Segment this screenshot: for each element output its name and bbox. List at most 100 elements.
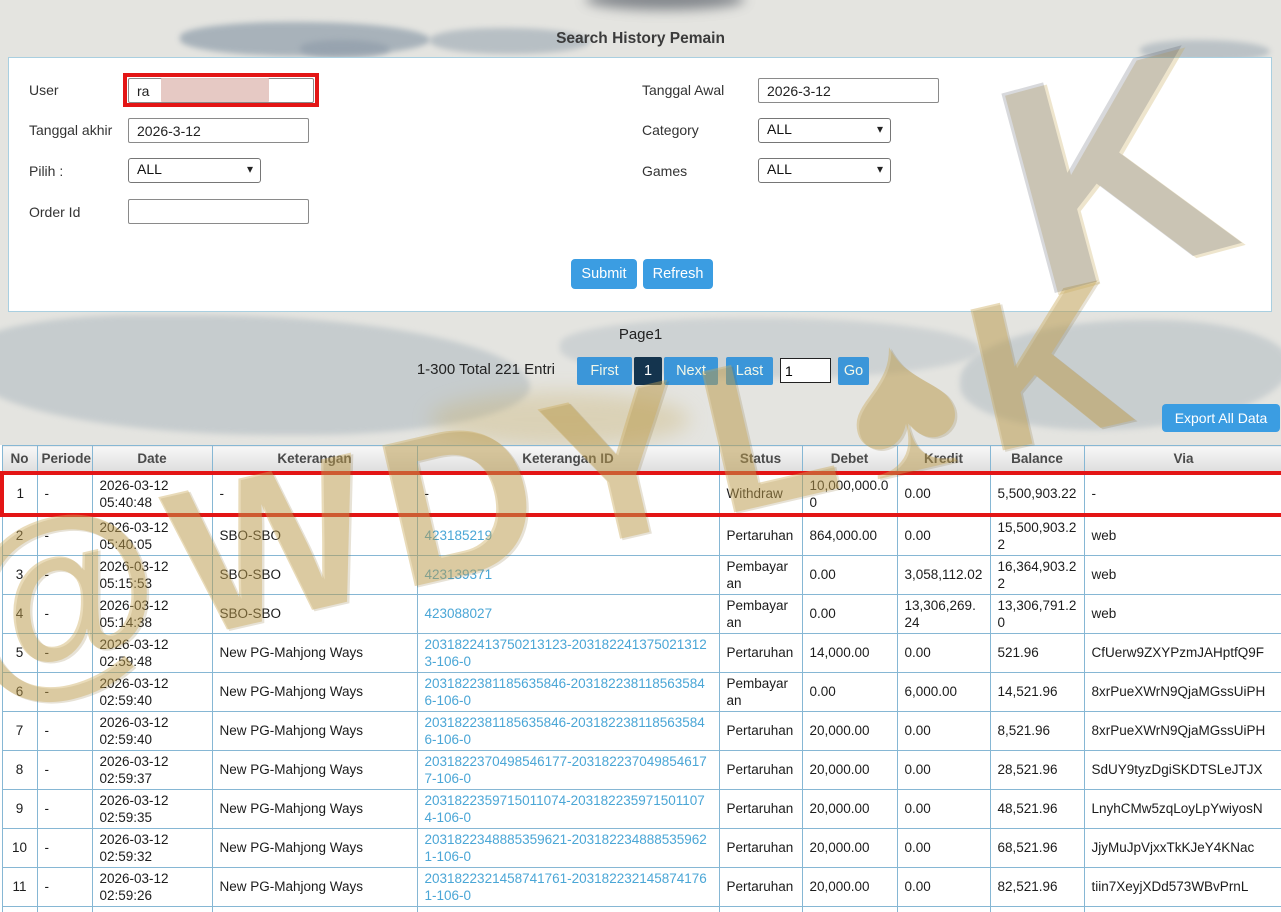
cell-debet: 20,000.00 bbox=[801, 749, 898, 790]
table-row: 4-2026-03-12 05:14:38 SBO-SBO 423088027 Pemb… bbox=[1, 593, 1281, 634]
column-header: Periode bbox=[36, 445, 93, 473]
cell-no: 5 bbox=[1, 632, 38, 673]
cell-keterangan: SBO-SBO bbox=[211, 593, 418, 634]
keterangan-id-link[interactable]: 2031822381185635846-2031822381185635846-… bbox=[425, 715, 705, 747]
tanggal-akhir-label: Tanggal akhir bbox=[29, 122, 113, 138]
cell-periode: - bbox=[36, 749, 93, 790]
cell-balance: 15,500,903.22 bbox=[989, 514, 1085, 556]
cell-balance: 28,521.96 bbox=[989, 749, 1085, 790]
cell-keterangan: New PG-Mahjong Ways bbox=[211, 866, 418, 907]
cell-debet: 20,000.00 bbox=[801, 866, 898, 907]
cell-kredit: 0.00 bbox=[896, 470, 991, 517]
keterangan-id-link[interactable]: 423185219 bbox=[425, 528, 493, 543]
cell-via: 8xrPueXWrN9QjaMGssUiPH bbox=[1083, 710, 1281, 751]
user-input[interactable] bbox=[128, 78, 314, 103]
pilih-label: Pilih : bbox=[29, 163, 64, 179]
cell-kredit: 13,306,269.24 bbox=[896, 593, 991, 634]
cell-via: tiin7XeyjXDd573WBvPrnL bbox=[1083, 866, 1281, 907]
cell-periode: - bbox=[36, 470, 93, 517]
keterangan-id-link[interactable]: 2031822413750213123-2031822413750213123-… bbox=[425, 637, 707, 669]
cell-keterangan: New PG-Mahjong Ways bbox=[211, 788, 418, 829]
tanggal-awal-input[interactable] bbox=[758, 78, 939, 103]
column-header: Keterangan ID bbox=[416, 445, 720, 473]
cell-status: Pertaruhan bbox=[718, 710, 803, 751]
table-row: 9-2026-03-12 02:59:35 New PG-Mahjong Ways 2… bbox=[1, 788, 1281, 829]
keterangan-id-link[interactable]: 2031822381185635846-2031822381185635846-… bbox=[425, 676, 705, 708]
cell-periode: - bbox=[36, 632, 93, 673]
tanggal-akhir-input[interactable] bbox=[128, 118, 309, 143]
cell-status: Pertaruhan bbox=[718, 749, 803, 790]
chevron-down-icon: ▾ bbox=[246, 162, 253, 176]
cell-debet: 20,000.00 bbox=[801, 710, 898, 751]
cell-kredit: 0.00 bbox=[896, 514, 991, 556]
history-table: No Periode Date Keterangan Keterangan ID Stat… bbox=[0, 445, 1281, 912]
cell-kredit: 3,058,112.02 bbox=[896, 554, 991, 595]
cell-keterangan-id: 2031822348885359621-2031822348885359621-… bbox=[416, 827, 720, 868]
cell-keterangan: New PG-Mahjong Ways bbox=[211, 827, 418, 868]
pagination-first-button[interactable]: First bbox=[577, 357, 632, 385]
cell-periode: - bbox=[36, 827, 93, 868]
cell-debet: 20,000.00 bbox=[801, 827, 898, 868]
pagination-next-button[interactable]: Next bbox=[664, 357, 718, 385]
keterangan-id-link[interactable]: 2031822370498546177-2031822370498546177-… bbox=[425, 754, 707, 786]
cell-via: LnyhCMw5zqLoyLpYwiyosN bbox=[1083, 788, 1281, 829]
cell-status: Pembayaran bbox=[718, 671, 803, 712]
table-row: 10-2026-03-12 02:59:32 New PG-Mahjong Ways… bbox=[1, 827, 1281, 868]
cell-debet: 14,000.00 bbox=[801, 632, 898, 673]
cell-status: Withdraw bbox=[718, 470, 803, 517]
cell-date: 2026-03-12 bbox=[91, 905, 213, 912]
cell-via: web bbox=[1083, 514, 1281, 556]
cell-debet: 864,000.00 bbox=[801, 514, 898, 556]
cell-keterangan-id: 2031822381185635846-2031822381185635846-… bbox=[416, 710, 720, 751]
cell-no bbox=[1, 905, 38, 912]
cell-date: 2026-03-12 02:59:40 bbox=[91, 710, 213, 751]
keterangan-id-link[interactable]: 2031822348885359621-2031822348885359621-… bbox=[425, 832, 707, 864]
cell-balance: 68,521.96 bbox=[989, 827, 1085, 868]
cell-no: 2 bbox=[1, 514, 38, 556]
cell-no: 1 bbox=[0, 470, 38, 517]
cell-keterangan: New PG-Mahjong Ways bbox=[211, 710, 418, 751]
submit-button[interactable]: Submit bbox=[571, 259, 637, 289]
keterangan-id-link[interactable]: 2031822359715011074-2031822359715011074-… bbox=[425, 793, 705, 825]
cell-keterangan: SBO-SBO bbox=[211, 514, 418, 556]
cell-debet: 10,000,000.00 bbox=[801, 470, 898, 517]
export-all-data-button[interactable]: Export All Data bbox=[1162, 404, 1280, 432]
cell-kredit: 0.00 bbox=[896, 710, 991, 751]
cell-keterangan-id: 423139371 bbox=[416, 554, 720, 595]
user-label: User bbox=[29, 82, 59, 98]
cell-periode: - bbox=[36, 593, 93, 634]
column-header: Via bbox=[1083, 445, 1281, 473]
games-select[interactable]: ALL ▾ bbox=[758, 158, 891, 183]
keterangan-id-link[interactable]: 423139371 bbox=[425, 567, 493, 582]
cell-keterangan-id: 2031822413750213123-2031822413750213123-… bbox=[416, 632, 720, 673]
pagination-goto-input[interactable] bbox=[780, 358, 831, 383]
cell-date: 2026-03-12 02:59:26 bbox=[91, 866, 213, 907]
chevron-down-icon: ▾ bbox=[876, 122, 883, 136]
pagination-go-button[interactable]: Go bbox=[838, 357, 869, 385]
cell-via: - bbox=[1083, 470, 1281, 517]
table-row: 1-2026-03-12 05:40:48- - Withdraw 10,000,000… bbox=[0, 470, 1281, 517]
cell-periode: - bbox=[36, 788, 93, 829]
cell-keterangan bbox=[211, 905, 418, 912]
column-header: Balance bbox=[989, 445, 1085, 473]
cell-date: 2026-03-12 05:15:53 bbox=[91, 554, 213, 595]
cell-keterangan: - bbox=[211, 470, 418, 517]
category-select[interactable]: ALL ▾ bbox=[758, 118, 891, 143]
cell-kredit: 0.00 bbox=[896, 632, 991, 673]
keterangan-id-link[interactable]: 2031822321458741761-2031822321458741761-… bbox=[425, 871, 707, 903]
category-selected-value: ALL bbox=[767, 121, 792, 137]
cell-date: 2026-03-12 05:40:05 bbox=[91, 514, 213, 556]
cell-keterangan-id: 2031822381185635846-2031822381185635846-… bbox=[416, 671, 720, 712]
cell-kredit: 0.00 bbox=[896, 788, 991, 829]
keterangan-id-link[interactable]: 423088027 bbox=[425, 606, 493, 621]
column-header: Debet bbox=[801, 445, 898, 473]
refresh-button[interactable]: Refresh bbox=[643, 259, 713, 289]
cell-debet: 0.00 bbox=[801, 671, 898, 712]
pagination-last-button[interactable]: Last bbox=[726, 357, 773, 385]
pagination-current-page-button[interactable]: 1 bbox=[634, 357, 662, 385]
pilih-select[interactable]: ALL ▾ bbox=[128, 158, 261, 183]
cell-balance: 5,500,903.22 bbox=[989, 470, 1085, 517]
order-id-input[interactable] bbox=[128, 199, 309, 224]
cell-balance bbox=[989, 905, 1085, 912]
table-row: 2026-03-12 2031822321458741761-2031822321… bbox=[1, 905, 1281, 912]
